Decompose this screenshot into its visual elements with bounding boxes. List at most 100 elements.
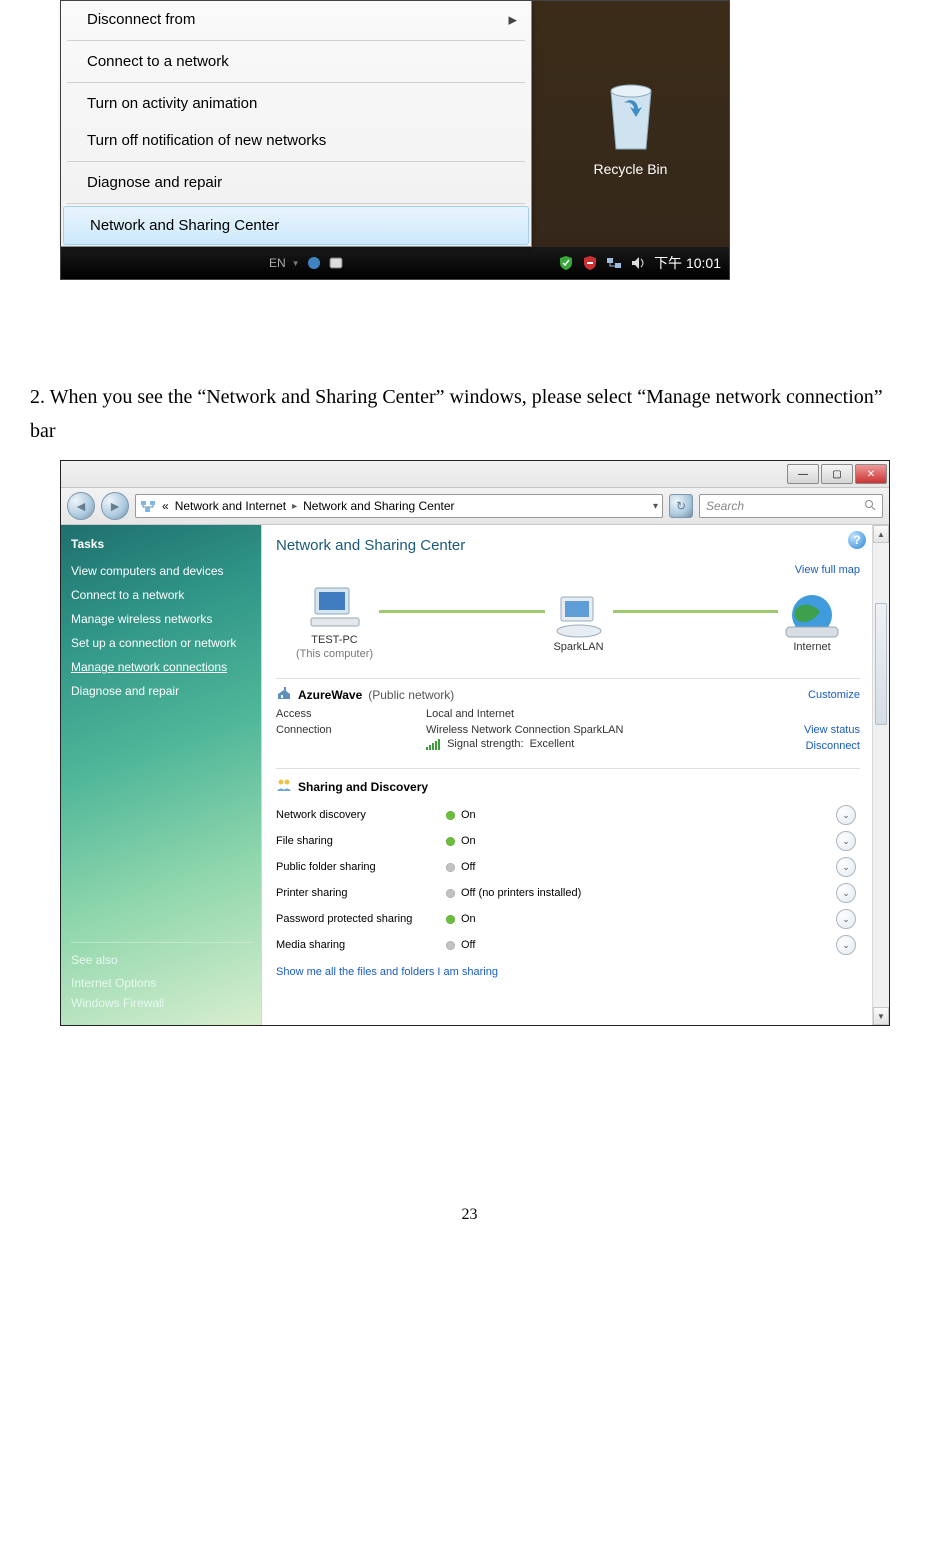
discovery-item-state: Off (no printers installed) bbox=[446, 887, 836, 899]
nav-forward-button[interactable]: ► bbox=[101, 492, 129, 520]
menu-separator bbox=[67, 82, 525, 83]
sharing-discovery-row: File sharingOn⌄ bbox=[276, 828, 860, 854]
network-node-this-pc: TEST-PC (This computer) bbox=[296, 584, 373, 660]
menu-item-turn-off-notification[interactable]: Turn off notification of new networks bbox=[61, 122, 531, 159]
menu-item-label: Connect to a network bbox=[87, 53, 229, 70]
scroll-thumb[interactable] bbox=[875, 603, 887, 725]
tray-volume-icon[interactable] bbox=[630, 255, 646, 271]
discovery-item-label: Network discovery bbox=[276, 809, 446, 821]
tray-icon-generic[interactable] bbox=[328, 255, 344, 271]
search-icon bbox=[864, 499, 876, 514]
disconnect-link[interactable]: Disconnect bbox=[806, 740, 860, 752]
discovery-item-label: Printer sharing bbox=[276, 887, 446, 899]
scroll-up-button[interactable]: ▲ bbox=[873, 525, 889, 543]
active-network-section: AzureWave (Public network) Customize Acc… bbox=[276, 683, 860, 758]
desktop-area: Recycle Bin bbox=[532, 1, 729, 247]
recycle-bin-icon[interactable] bbox=[596, 71, 666, 155]
menu-separator bbox=[67, 40, 525, 41]
discovery-item-label: Password protected sharing bbox=[276, 913, 446, 925]
sharing-discovery-row: Password protected sharingOn⌄ bbox=[276, 906, 860, 932]
node-label: Internet bbox=[793, 641, 830, 653]
show-shared-files-link[interactable]: Show me all the files and folders I am s… bbox=[276, 966, 860, 978]
expand-button[interactable]: ⌄ bbox=[836, 883, 856, 903]
task-link-manage-network-connections[interactable]: Manage network connections bbox=[71, 660, 251, 674]
breadcrumb-crumb-2[interactable]: Network and Sharing Center bbox=[303, 499, 454, 513]
task-link-setup-connection[interactable]: Set up a connection or network bbox=[71, 636, 251, 650]
node-label: SparkLAN bbox=[553, 641, 603, 653]
expand-button[interactable]: ⌄ bbox=[836, 935, 856, 955]
language-indicator[interactable]: EN bbox=[269, 256, 286, 270]
search-input[interactable]: Search bbox=[699, 494, 883, 518]
node-label: TEST-PC bbox=[311, 634, 357, 646]
search-placeholder: Search bbox=[706, 499, 744, 513]
sharing-discovery-row: Network discoveryOn⌄ bbox=[276, 802, 860, 828]
vertical-scrollbar[interactable]: ▲ ▼ bbox=[872, 525, 889, 1025]
expand-button[interactable]: ⌄ bbox=[836, 857, 856, 877]
refresh-button[interactable]: ↻ bbox=[669, 494, 693, 518]
tray-icon-generic[interactable] bbox=[306, 255, 322, 271]
task-link-connect-network[interactable]: Connect to a network bbox=[71, 588, 251, 602]
sharing-discovery-icon bbox=[276, 777, 292, 796]
router-icon bbox=[551, 591, 607, 639]
breadcrumb-dropdown-icon[interactable]: ▾ bbox=[653, 501, 658, 512]
fig2-network-sharing-center-window: — ▢ ✕ ◄ ► « Network and Internet ▸ Netwo… bbox=[60, 460, 890, 1026]
status-dot-off-icon bbox=[446, 863, 455, 872]
discovery-item-state: Off bbox=[446, 861, 836, 873]
see-also-header: See also bbox=[71, 942, 251, 967]
tray-icon-shield-ok[interactable] bbox=[558, 255, 574, 271]
computer-icon bbox=[307, 584, 363, 632]
breadcrumb[interactable]: « Network and Internet ▸ Network and Sha… bbox=[135, 494, 663, 518]
see-also-internet-options[interactable]: Internet Options bbox=[71, 976, 251, 990]
expand-button[interactable]: ⌄ bbox=[836, 805, 856, 825]
view-status-link[interactable]: View status bbox=[760, 724, 860, 736]
network-type-icon bbox=[276, 685, 292, 704]
task-link-diagnose-repair[interactable]: Diagnose and repair bbox=[71, 684, 251, 698]
menu-item-diagnose-repair[interactable]: Diagnose and repair bbox=[61, 164, 531, 201]
minimize-button[interactable]: — bbox=[787, 464, 819, 484]
connection-value: Wireless Network Connection SparkLAN bbox=[426, 724, 760, 736]
active-network-name: AzureWave bbox=[298, 688, 362, 702]
window-titlebar: — ▢ ✕ bbox=[61, 461, 889, 488]
tray-network-icon[interactable] bbox=[606, 255, 622, 271]
nav-back-button[interactable]: ◄ bbox=[67, 492, 95, 520]
tray-icon-shield-alert[interactable] bbox=[582, 255, 598, 271]
expand-button[interactable]: ⌄ bbox=[836, 831, 856, 851]
recycle-bin-label: Recycle Bin bbox=[594, 161, 668, 177]
sharing-discovery-label: Sharing and Discovery bbox=[298, 780, 428, 794]
task-link-manage-wireless[interactable]: Manage wireless networks bbox=[71, 612, 251, 626]
access-label: Access bbox=[276, 708, 426, 720]
network-node-internet: Internet bbox=[784, 591, 840, 653]
customize-link[interactable]: Customize bbox=[808, 689, 860, 701]
taskbar-clock[interactable]: 下午 10:01 bbox=[654, 253, 721, 273]
menu-item-connect-network[interactable]: Connect to a network bbox=[61, 43, 531, 80]
discovery-item-state: On bbox=[446, 835, 836, 847]
signal-strength-value: Excellent bbox=[530, 738, 575, 750]
task-link-view-computers[interactable]: View computers and devices bbox=[71, 564, 251, 578]
node-sublabel: (This computer) bbox=[296, 648, 373, 660]
menu-item-label: Turn off notification of new networks bbox=[87, 132, 326, 149]
taskbar: EN ▼ 下午 10:01 bbox=[61, 247, 729, 279]
discovery-item-state: Off bbox=[446, 939, 836, 951]
close-button[interactable]: ✕ bbox=[855, 464, 887, 484]
menu-item-disconnect-from[interactable]: Disconnect from ▶ bbox=[61, 1, 531, 38]
menu-item-label: Turn on activity animation bbox=[87, 95, 257, 112]
maximize-button[interactable]: ▢ bbox=[821, 464, 853, 484]
breadcrumb-back-chevrons: « bbox=[162, 499, 169, 513]
sharing-discovery-row: Media sharingOff⌄ bbox=[276, 932, 860, 958]
menu-separator bbox=[67, 203, 525, 204]
network-map: TEST-PC (This computer) SparkLAN bbox=[296, 584, 840, 660]
network-link-line bbox=[613, 610, 778, 613]
status-dot-on-icon bbox=[446, 915, 455, 924]
instruction-step-2: 2. When you see the “Network and Sharing… bbox=[30, 380, 909, 448]
see-also-windows-firewall[interactable]: Windows Firewall bbox=[71, 996, 251, 1010]
help-icon[interactable]: ? bbox=[848, 531, 866, 549]
breadcrumb-crumb-1[interactable]: Network and Internet bbox=[175, 499, 286, 513]
status-dot-on-icon bbox=[446, 837, 455, 846]
menu-item-network-sharing-center[interactable]: Network and Sharing Center bbox=[63, 206, 529, 245]
menu-item-activity-animation[interactable]: Turn on activity animation bbox=[61, 85, 531, 122]
address-toolbar: ◄ ► « Network and Internet ▸ Network and… bbox=[61, 488, 889, 525]
scroll-down-button[interactable]: ▼ bbox=[873, 1007, 889, 1025]
discovery-item-label: File sharing bbox=[276, 835, 446, 847]
expand-button[interactable]: ⌄ bbox=[836, 909, 856, 929]
view-full-map-link[interactable]: View full map bbox=[276, 564, 860, 576]
